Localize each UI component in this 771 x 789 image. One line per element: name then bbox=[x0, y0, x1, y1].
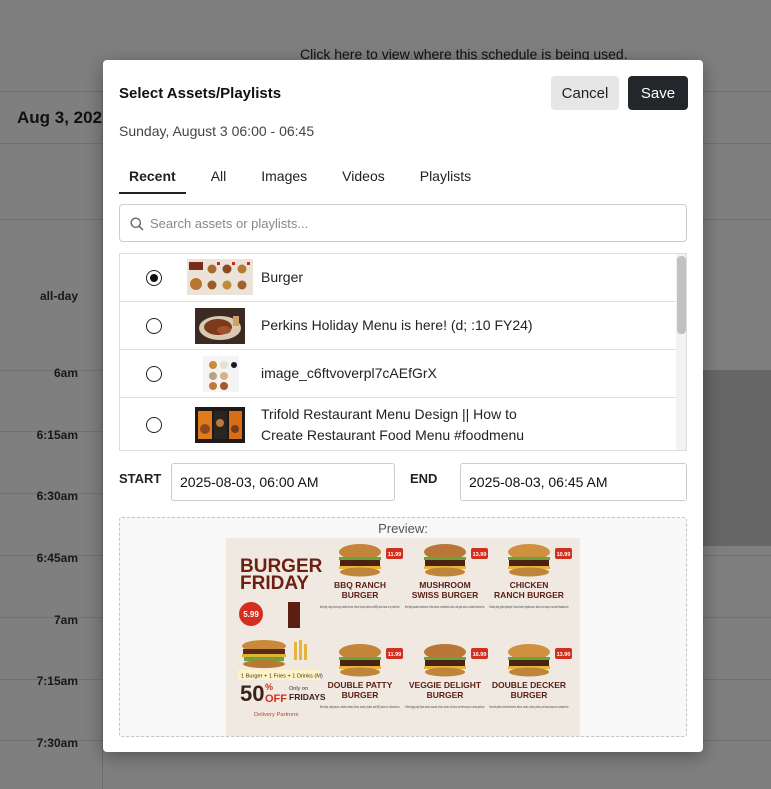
poster-item-price: 11.99 bbox=[388, 552, 401, 558]
start-datetime-input[interactable]: 2025-08-03, 06:00 AM bbox=[171, 463, 395, 501]
poster-item-name: BURGER bbox=[342, 690, 379, 700]
asset-row-image[interactable]: image_c6ftvoverpl7cAEfGrX bbox=[120, 350, 676, 398]
poster-combo-text: 1 Burger + 1 Fries + 1 Drinks (M) bbox=[241, 674, 323, 680]
poster-item-name: CHICKEN bbox=[510, 580, 549, 590]
tab-videos[interactable]: Videos bbox=[332, 160, 395, 194]
poster-item-name: DOUBLE PATTY bbox=[328, 680, 393, 690]
poster-item-name: RANCH BURGER bbox=[494, 590, 564, 600]
asset-radio[interactable] bbox=[146, 417, 162, 433]
asset-radio[interactable] bbox=[146, 366, 162, 382]
poster-item-desc: Chicken patty, grilled pineapple, Swiss … bbox=[489, 605, 569, 609]
end-label: END bbox=[410, 471, 438, 486]
poster-offer-number: 50 bbox=[240, 681, 264, 706]
poster-headline-2: FRIDAY bbox=[240, 573, 309, 594]
poster-offer-pct: % bbox=[265, 682, 273, 692]
modal-subtitle: Sunday, August 3 06:00 - 06:45 bbox=[119, 123, 315, 139]
poster-item-desc: Beef patty, sautéed mushrooms, Swiss che… bbox=[405, 605, 485, 609]
poster-item-desc: Beef patty, crispy bacon, cheddar cheese… bbox=[320, 705, 400, 709]
poster-item-name: BURGER bbox=[342, 590, 379, 600]
asset-name-line2: Create Restaurant Food Menu #foodmenu bbox=[261, 427, 525, 443]
search-input[interactable] bbox=[150, 213, 670, 233]
start-label: START bbox=[119, 471, 162, 486]
tab-playlists[interactable]: Playlists bbox=[410, 160, 481, 194]
asset-name: Perkins Holiday Menu is here! (d; :10 FY… bbox=[261, 317, 533, 333]
asset-row-burger[interactable]: Burger bbox=[120, 254, 676, 302]
tab-all[interactable]: All bbox=[201, 160, 237, 194]
asset-thumbnail bbox=[187, 259, 253, 295]
asset-name: Trifold Restaurant Menu Design || How to… bbox=[261, 404, 524, 446]
scrollbar-thumb[interactable] bbox=[677, 256, 686, 334]
poster-item-name: BURGER bbox=[427, 690, 464, 700]
asset-name-line1: Trifold Restaurant Menu Design || How to bbox=[261, 406, 517, 422]
preview-panel: Preview: BURGER FRIDAY 5.99 1 Burger + 1… bbox=[119, 517, 687, 737]
asset-name: Burger bbox=[261, 269, 304, 285]
poster-offer-day: FRIDAYS bbox=[289, 692, 326, 702]
end-datetime-input[interactable]: 2025-08-03, 06:45 AM bbox=[460, 463, 687, 501]
poster-item-name: BURGER bbox=[511, 690, 548, 700]
cancel-button[interactable]: Cancel bbox=[551, 76, 619, 110]
search-icon bbox=[130, 217, 144, 231]
asset-name: image_c6ftvoverpl7cAEfGrX bbox=[261, 365, 437, 381]
poster-combo-price: 5.99 bbox=[243, 610, 259, 619]
asset-thumbnail bbox=[203, 356, 239, 392]
poster-item-price: 13.99 bbox=[473, 552, 487, 558]
poster-item-name: SWISS BURGER bbox=[412, 590, 479, 600]
asset-list: Burger Perkins Holiday Menu is here! (d;… bbox=[119, 253, 687, 451]
poster-item-name: BBQ RANCH bbox=[334, 580, 386, 590]
poster-item-name: VEGGIE DELIGHT bbox=[409, 680, 482, 690]
poster-item-price: 16.99 bbox=[473, 652, 487, 658]
preview-image: BURGER FRIDAY 5.99 1 Burger + 1 Fries + … bbox=[226, 538, 580, 736]
asset-row-perkins[interactable]: Perkins Holiday Menu is here! (d; :10 FY… bbox=[120, 302, 676, 350]
asset-list-scrollbar[interactable] bbox=[676, 254, 686, 450]
asset-row-trifold[interactable]: Trifold Restaurant Menu Design || How to… bbox=[120, 398, 676, 450]
tab-images[interactable]: Images bbox=[251, 160, 317, 194]
poster-item-name: DOUBLE DECKER bbox=[492, 680, 566, 690]
search-box bbox=[119, 204, 687, 242]
poster-item-name: MUSHROOM bbox=[419, 580, 470, 590]
preview-label: Preview: bbox=[378, 521, 428, 536]
poster-item-price: 13.90 bbox=[557, 652, 571, 658]
poster-item-desc: Two beef patties, American cheese, lettu… bbox=[489, 705, 569, 709]
tab-recent[interactable]: Recent bbox=[119, 160, 186, 194]
asset-thumbnail bbox=[195, 407, 245, 443]
poster-item-desc: Beef patty, crispy onion rings, cheddar … bbox=[320, 605, 400, 609]
poster-offer-word: OFF bbox=[265, 693, 287, 705]
select-assets-modal: Select Assets/Playlists Sunday, August 3… bbox=[103, 60, 703, 752]
poster-item-desc: Grilled veggie patty, Swiss cheese, avoc… bbox=[405, 705, 485, 709]
poster-item-price: 10.99 bbox=[557, 552, 571, 558]
asset-tabs: Recent All Images Videos Playlists bbox=[119, 160, 496, 194]
save-button[interactable]: Save bbox=[628, 76, 688, 110]
modal-title: Select Assets/Playlists bbox=[119, 85, 282, 102]
asset-radio[interactable] bbox=[146, 318, 162, 334]
poster-item-price: 11.99 bbox=[388, 652, 401, 658]
asset-thumbnail bbox=[195, 308, 245, 344]
asset-radio[interactable] bbox=[146, 270, 162, 286]
poster-delivery: Delivery Partners bbox=[254, 712, 299, 718]
